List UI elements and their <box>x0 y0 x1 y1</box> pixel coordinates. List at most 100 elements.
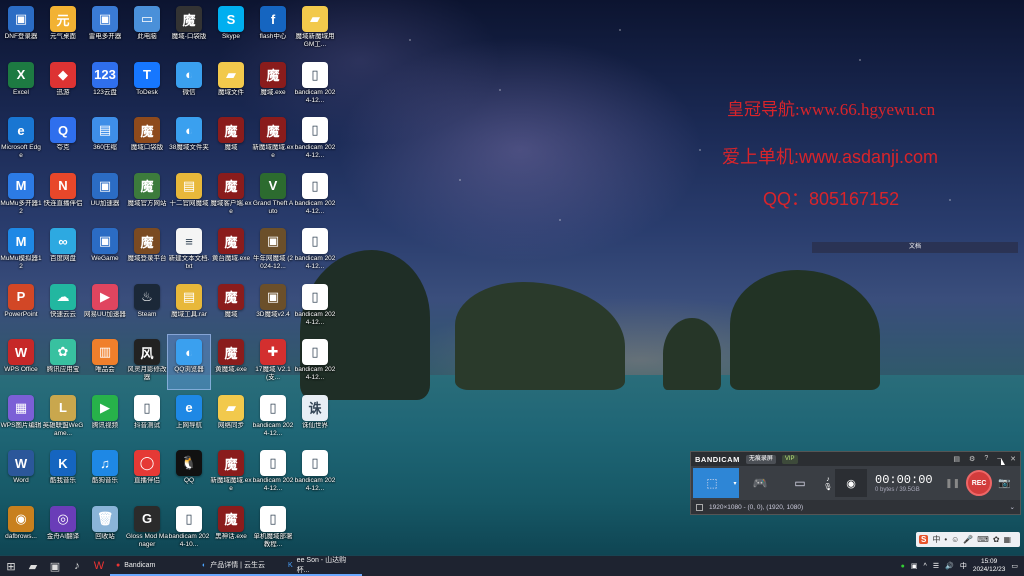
desktop-icon[interactable]: ▶ 腾讯视频 <box>84 391 126 445</box>
desktop-icon[interactable]: ▰ 网络同步 <box>210 391 252 445</box>
desktop-icon[interactable]: 元元气桌面 <box>42 2 84 56</box>
desktop-icon[interactable]: S Skype <box>210 2 252 56</box>
desktop-icon[interactable]: ♫ 酷狗音乐 <box>84 446 126 500</box>
desktop-icon[interactable]: ▯ bandicam 2024-12... <box>294 113 336 167</box>
desktop-icon[interactable]: ◎ 金舟AI翻译 <box>42 502 84 556</box>
bandicam-mode-chip[interactable]: 无痕录屏 <box>745 454 776 464</box>
taskbar-bandicam[interactable]: ● Bandicam <box>110 556 196 576</box>
start-button[interactable]: ⊞ <box>0 556 22 576</box>
desktop-icon[interactable]: ▣ 雷电多开器 <box>84 2 126 56</box>
device-mode-button[interactable]: ▭ <box>781 468 819 498</box>
footer-chevron-icon[interactable]: ⌄ <box>1010 503 1015 511</box>
desktop-icon[interactable]: 魔魔域口袋版 <box>126 113 168 167</box>
tools-icon[interactable]: ▦ <box>1004 535 1012 544</box>
desktop-icon[interactable]: ▣ 3D魔域v2.4 <box>252 280 294 334</box>
file-explorer-button[interactable]: ▰ <box>22 556 44 576</box>
help-icon[interactable]: ? <box>984 455 988 463</box>
desktop-icon[interactable]: N 快连直播伴侣 <box>42 169 84 223</box>
desktop-icon[interactable]: e 上网导航 <box>168 391 210 445</box>
desktop-icon[interactable]: e Microsoft Edge <box>0 113 42 167</box>
desktop-icon[interactable]: ▤ 魔域工具.rar <box>168 280 210 334</box>
speaker-icon[interactable]: ♪ <box>826 476 830 483</box>
tray-green-icon[interactable]: ● <box>901 563 905 570</box>
region-checkbox[interactable] <box>696 503 703 511</box>
screen-mode-button[interactable]: ⬚ <box>693 468 731 498</box>
desktop-icon[interactable]: ▯ bandicam 2024-12... <box>294 169 336 223</box>
desktop-icon[interactable]: ▯ 单机魔域部署教程... <box>252 502 294 556</box>
desktop-icon[interactable]: ◉ dafbrows... <box>0 502 42 556</box>
desktop-icon[interactable]: ▯ bandicam 2024-10... <box>168 502 210 556</box>
vip-badge[interactable]: VIP <box>781 454 798 464</box>
tray-volume-icon[interactable]: 🔊 <box>945 562 954 570</box>
microphone-icon[interactable]: 🎙 <box>824 483 833 491</box>
tray-up-icon[interactable]: ^ <box>924 563 927 570</box>
desktop-icon[interactable]: 魔魔域 <box>210 280 252 334</box>
wps-button[interactable]: W <box>88 556 110 576</box>
skin-icon[interactable]: ✿ <box>993 535 1000 544</box>
emoji-icon[interactable]: ☺ <box>951 535 959 544</box>
desktop-icon[interactable]: 🗑 回收站 <box>84 502 126 556</box>
bandicam-titlebar[interactable]: BANDICAM 无痕录屏 VIP ▤ ⚙ ? – ✕ <box>691 452 1020 466</box>
ime-lang[interactable]: 中 <box>932 534 940 545</box>
tray-lang[interactable]: 中 <box>960 561 967 571</box>
desktop-icon[interactable]: 🐧 QQ <box>168 446 210 500</box>
desktop-icon[interactable]: W WPS Office <box>0 335 42 389</box>
desktop-icon[interactable]: ▶ 网易UU加速器 <box>84 280 126 334</box>
desktop-icon[interactable]: ≡ 新建文本文档.txt <box>168 224 210 278</box>
desktop-icon[interactable]: T ToDesk <box>126 58 168 112</box>
mode-dropdown-button[interactable]: ▾ <box>731 468 739 498</box>
desktop-icon[interactable]: ▰ 魔域文件 <box>210 58 252 112</box>
desktop-icon[interactable]: 魔魔域-口袋版 <box>168 2 210 56</box>
desktop-icon[interactable]: 诛诛仙世界 <box>294 391 336 445</box>
desktop-icon[interactable]: L 英雄联盟WeGame... <box>42 391 84 445</box>
desktop-icon[interactable]: f flash中心 <box>252 2 294 56</box>
desktop-icon[interactable]: 魔黄台魔域.exe <box>210 224 252 278</box>
taskbar-browser[interactable]: ◐ 产品详情 | 云生云 <box>196 556 282 576</box>
rec-button[interactable]: REC <box>966 470 993 496</box>
desktop-icon[interactable]: ▭ 此电脑 <box>126 2 168 56</box>
desktop-icon[interactable]: M MuMu模拟器12 <box>0 224 42 278</box>
mic-icon[interactable]: 🎤 <box>963 535 973 544</box>
screenshot-camera-icon[interactable]: 📷 <box>998 478 1010 489</box>
desktop-icon[interactable]: 魔黑神话.exe <box>210 502 252 556</box>
folder-icon[interactable]: ▤ <box>953 455 960 463</box>
desktop-icon[interactable]: ▯ bandicam 2024-12... <box>294 335 336 389</box>
desktop-icon[interactable]: 魔魔域官方网站 <box>126 169 168 223</box>
desktop-icon[interactable]: ▤ 360压缩 <box>84 113 126 167</box>
desktop-icon[interactable]: ▯ bandicam 2024-12... <box>294 446 336 500</box>
punct-icon[interactable]: • <box>944 535 947 544</box>
desktop-icon[interactable]: 魔新魔域魔域.exe <box>252 113 294 167</box>
desktop-icon[interactable]: ▯ bandicam 2024-12... <box>294 224 336 278</box>
gear-icon[interactable]: ⚙ <box>969 455 975 463</box>
desktop-icon[interactable]: ▥ 唯品会 <box>84 335 126 389</box>
desktop-icon[interactable]: ▰ 魔域新魔域用GM工... <box>294 2 336 56</box>
desktop-icon[interactable]: ◐ QQ浏览器 <box>167 334 211 390</box>
tiktok-button[interactable]: ♪ <box>66 556 88 576</box>
desktop-icon[interactable]: 魔黄魔域.exe <box>210 335 252 389</box>
desktop-icon[interactable]: 风风灵月影修改器 <box>126 335 168 389</box>
desktop-icon[interactable]: ▣ 牛年网魔域 (2024-12... <box>252 224 294 278</box>
desktop-icon[interactable]: ◐ 微信 <box>168 58 210 112</box>
ime-toolbar[interactable]: S 中 • ☺ 🎤 ⌨ ✿ ▦ <box>916 532 1020 547</box>
desktop-icon[interactable]: ☁ 快速云云 <box>42 280 84 334</box>
desktop-icon[interactable]: W Word <box>0 446 42 500</box>
desktop-icon[interactable]: ▣ DNF登录器 <box>0 2 42 56</box>
desktop-icon[interactable]: ◯ 直播伴侣 <box>126 446 168 500</box>
desktop-icon[interactable]: ▣ WeGame <box>84 224 126 278</box>
desktop-icon[interactable]: ◆ 迅游 <box>42 58 84 112</box>
desktop-icon[interactable]: P PowerPoint <box>0 280 42 334</box>
desktop-icon[interactable]: Q 夸克 <box>42 113 84 167</box>
floating-doc-bar[interactable]: 文档 <box>812 242 1018 253</box>
desktop-icon[interactable]: 魔魔域 <box>210 113 252 167</box>
desktop-icon[interactable]: 魔魔域.exe <box>252 58 294 112</box>
desktop-icon[interactable]: 123 123云盘 <box>84 58 126 112</box>
desktop-icon[interactable]: K 酷我音乐 <box>42 446 84 500</box>
desktop-icon[interactable]: ▣ UU加速器 <box>84 169 126 223</box>
desktop-icon[interactable]: V Grand Theft Auto <box>252 169 294 223</box>
game-mode-button[interactable]: 🎮 <box>741 468 779 498</box>
desktop-icon[interactable]: ▯ bandicam 2024-12... <box>252 391 294 445</box>
desktop-icon[interactable]: ✿ 腾讯应用宝 <box>42 335 84 389</box>
desktop-icon[interactable]: ▯ bandicam 2024-12... <box>294 58 336 112</box>
desktop-icon[interactable]: ▯ bandicam 2024-12... <box>252 446 294 500</box>
clock[interactable]: 15:09 2024/12/23 <box>973 558 1006 574</box>
